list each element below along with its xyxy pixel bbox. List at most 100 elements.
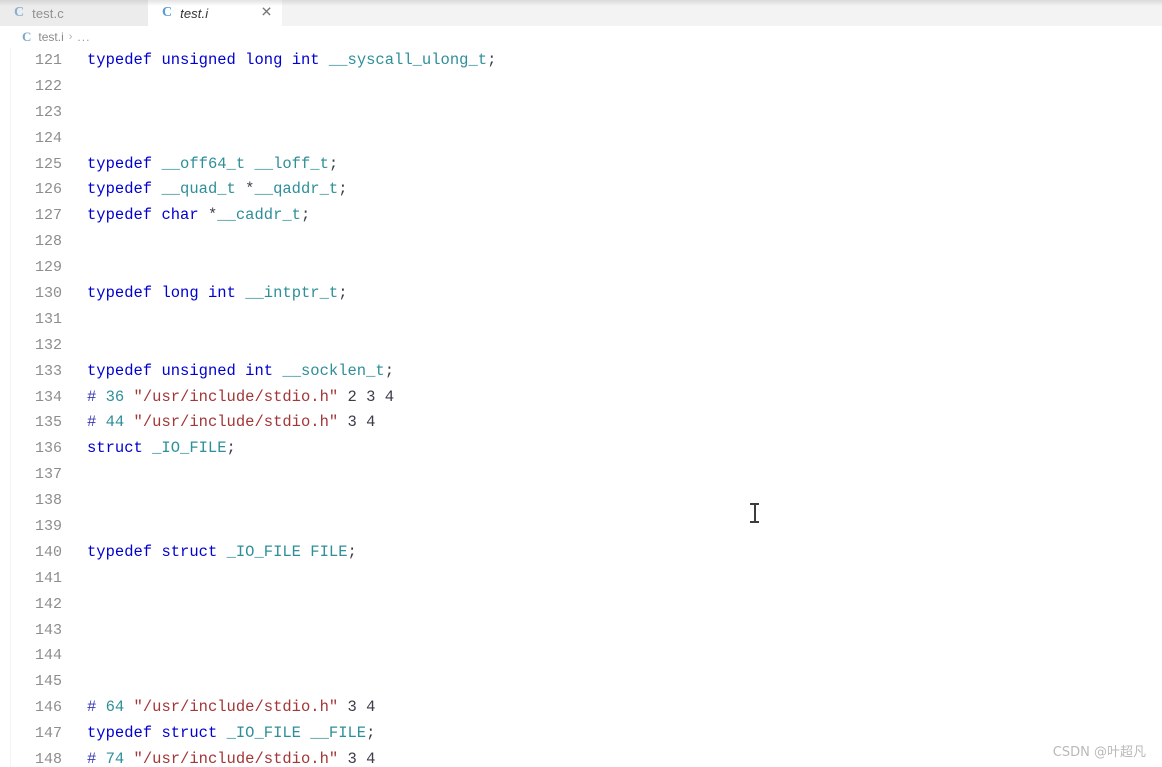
token-kw: unsigned [161, 51, 236, 69]
line-number: 127 [34, 207, 62, 225]
line-number: 121 [34, 52, 62, 69]
token-typ: _IO_FILE [226, 724, 301, 743]
code-line[interactable]: 145 [0, 669, 1162, 695]
code-line[interactable]: 125 typedef __off64_t __loff_t; [0, 152, 1162, 178]
code-line[interactable]: 122 [0, 74, 1162, 100]
token-pln: 3 4 [338, 698, 376, 717]
code-line[interactable]: 139 [0, 514, 1162, 540]
code-line[interactable]: 142 [0, 592, 1162, 618]
code-line[interactable]: 132 [0, 333, 1162, 359]
line-number: 142 [34, 595, 62, 613]
token-kw: typedef [87, 206, 153, 225]
line-number: 145 [34, 673, 62, 691]
code-line[interactable]: 140 typedef struct _IO_FILE FILE; [0, 540, 1162, 566]
token-str: "/usr/include/stdio.h" [133, 750, 339, 767]
code-text: # 64 "/usr/include/stdio.h" 3 4 [87, 695, 375, 721]
code-editor-pane[interactable]: 121 typedef unsigned long int __syscall_u… [0, 48, 1162, 767]
code-line[interactable]: 141 [0, 566, 1162, 592]
code-line[interactable]: 128 [0, 229, 1162, 255]
code-line[interactable]: 146 # 64 "/usr/include/stdio.h" 3 4 [0, 695, 1162, 721]
token-pln [217, 724, 226, 742]
token-hash: # [87, 698, 97, 717]
tab-test-i[interactable]: C test.i ✕ [148, 0, 282, 26]
line-number: 123 [34, 103, 62, 121]
token-pln [124, 750, 133, 767]
code-line[interactable]: 124 [0, 126, 1162, 152]
token-pln [96, 388, 105, 406]
line-number: 130 [34, 285, 62, 303]
code-line[interactable]: 134 # 36 "/usr/include/stdio.h" 2 3 4 [0, 385, 1162, 411]
code-line[interactable]: 143 [0, 618, 1162, 644]
token-pln: ; [347, 542, 357, 561]
token-kw: typedef [87, 180, 153, 199]
tab-label: test.c [32, 5, 64, 21]
line-number: 134 [34, 388, 62, 406]
line-number: 135 [34, 414, 62, 432]
token-str: "/usr/include/stdio.h" [133, 387, 339, 406]
token-pln [273, 362, 282, 380]
token-pln: 3 4 [338, 413, 376, 432]
token-kw: unsigned [161, 361, 236, 380]
token-pln [124, 388, 133, 406]
line-number: 143 [34, 621, 62, 639]
code-line[interactable]: 137 [0, 462, 1162, 488]
code-line[interactable]: 136 struct _IO_FILE; [0, 436, 1162, 462]
code-line[interactable]: 144 [0, 643, 1162, 669]
token-kw: typedef [87, 154, 153, 173]
line-number: 132 [34, 336, 62, 354]
line-number: 124 [34, 129, 62, 147]
token-pln [96, 413, 105, 431]
code-line[interactable]: 138 [0, 488, 1162, 514]
code-line[interactable]: 131 [0, 307, 1162, 333]
line-number: 137 [34, 466, 62, 484]
line-number: 133 [34, 362, 62, 380]
code-line[interactable]: 147 typedef struct _IO_FILE __FILE; [0, 721, 1162, 747]
line-number: 129 [34, 259, 62, 277]
breadcrumb-file[interactable]: test.i [38, 30, 63, 44]
code-line[interactable]: 130 typedef long int __intptr_t; [0, 281, 1162, 307]
code-line[interactable]: 133 typedef unsigned int __socklen_t; [0, 359, 1162, 385]
code-text: # 44 "/usr/include/stdio.h" 3 4 [87, 410, 375, 436]
token-pln [320, 51, 329, 69]
token-num: 36 [105, 387, 125, 406]
code-line[interactable]: 126 typedef __quad_t *__qaddr_t; [0, 177, 1162, 203]
code-text: # 74 "/usr/include/stdio.h" 3 4 [87, 747, 375, 767]
token-kw: int [291, 51, 320, 69]
token-pln: ; [366, 724, 376, 743]
code-line[interactable]: 135 # 44 "/usr/include/stdio.h" 3 4 [0, 410, 1162, 436]
token-hash: # [87, 413, 97, 432]
code-text: struct _IO_FILE; [87, 436, 236, 462]
line-number: 131 [34, 310, 62, 328]
token-pln [301, 543, 310, 561]
code-text: typedef char *__caddr_t; [87, 203, 310, 229]
token-typ: __quad_t [161, 180, 236, 199]
code-line[interactable]: 129 [0, 255, 1162, 281]
line-number: 136 [34, 440, 62, 458]
line-number: 138 [34, 492, 62, 510]
token-typ: __caddr_t [217, 206, 301, 225]
tab-test-c[interactable]: C test.c [0, 0, 148, 26]
token-kw: char [161, 206, 199, 225]
code-line[interactable]: 148 # 74 "/usr/include/stdio.h" 3 4 [0, 747, 1162, 767]
code-line[interactable]: 121 typedef unsigned long int __syscall_u… [0, 48, 1162, 74]
token-pln [236, 51, 245, 69]
token-kw: struct [161, 724, 218, 743]
token-pln: ; [487, 51, 497, 69]
token-pln [124, 413, 133, 431]
token-kw: typedef [87, 361, 153, 380]
code-line[interactable]: 127 typedef char *__caddr_t; [0, 203, 1162, 229]
token-num: 74 [105, 750, 125, 767]
close-icon[interactable]: ✕ [259, 5, 274, 21]
token-pln: ; [384, 361, 395, 380]
code-line[interactable]: 123 [0, 100, 1162, 126]
token-pln [96, 750, 105, 767]
token-kw: typedef [87, 51, 153, 69]
breadcrumb: C test.i › ... [0, 26, 1162, 48]
breadcrumb-overflow[interactable]: ... [77, 30, 90, 44]
token-kw: typedef [87, 724, 153, 743]
line-number: 126 [34, 181, 62, 199]
watermark: CSDN @叶超凡 [1052, 745, 1146, 760]
code-text: typedef struct _IO_FILE __FILE; [87, 721, 375, 747]
token-pln: 2 3 4 [338, 387, 394, 406]
line-number: 148 [34, 751, 62, 767]
